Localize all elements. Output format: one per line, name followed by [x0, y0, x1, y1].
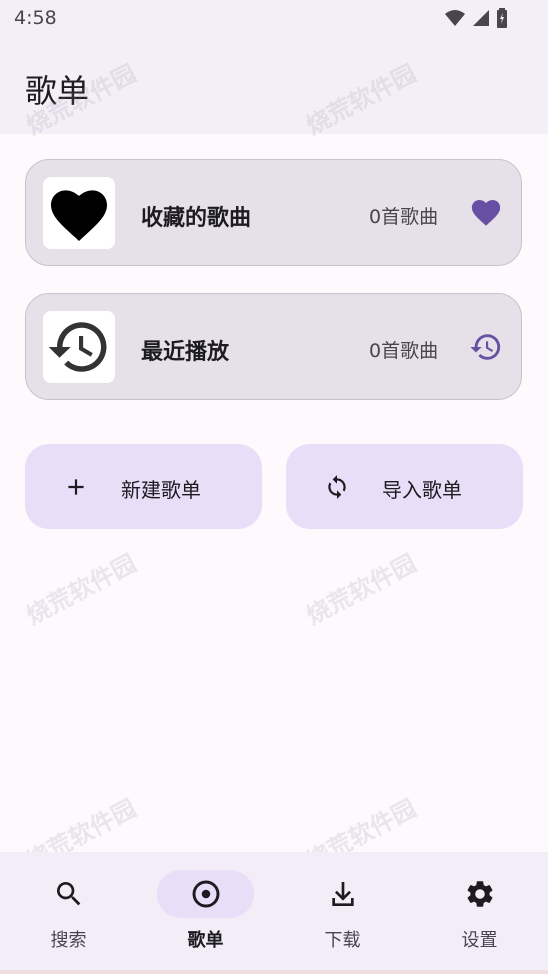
nav-item-search[interactable]: 搜索	[0, 852, 137, 970]
nav-label-search: 搜索	[50, 930, 87, 951]
nav-label-settings: 设置	[461, 930, 498, 951]
bottom-edge	[0, 970, 548, 974]
recent-card[interactable]: 最近播放 0首歌曲	[25, 293, 522, 400]
watermark: 烧荒软件园	[301, 549, 421, 631]
import-playlist-label: 导入歌单	[382, 478, 462, 502]
status-icons	[444, 8, 508, 28]
heart-icon	[51, 190, 107, 241]
favorites-card[interactable]: 收藏的歌曲 0首歌曲	[25, 159, 522, 266]
bottom-navigation: 搜索 歌单 下载 设置	[0, 852, 548, 970]
sync-icon	[328, 475, 346, 499]
recent-title: 最近播放	[141, 340, 230, 365]
wifi-icon	[445, 10, 465, 26]
new-playlist-button[interactable]: 新建歌单	[25, 444, 262, 529]
battery-icon	[497, 8, 507, 28]
nav-label-downloads: 下载	[324, 930, 361, 951]
nav-item-settings[interactable]: 设置	[411, 852, 548, 970]
nav-item-downloads[interactable]: 下载	[274, 852, 411, 970]
gear-icon	[467, 881, 493, 907]
favorites-title: 收藏的歌曲	[141, 206, 252, 231]
import-playlist-button[interactable]: 导入歌单	[286, 444, 523, 529]
signal-icon	[473, 10, 489, 26]
favorites-thumbnail	[43, 177, 115, 249]
plus-icon	[68, 479, 84, 495]
disc-icon	[192, 880, 220, 908]
download-icon	[332, 882, 354, 906]
status-bar: 4:58	[0, 0, 548, 38]
history-icon	[48, 322, 107, 372]
new-playlist-label: 新建歌单	[121, 478, 201, 502]
nav-label-playlists: 歌单	[187, 930, 224, 951]
heart-icon	[471, 199, 501, 226]
favorites-count: 0首歌曲	[369, 206, 439, 228]
watermark: 烧荒软件园	[21, 549, 141, 631]
search-icon	[56, 881, 81, 906]
recent-thumbnail	[43, 311, 115, 383]
status-time: 4:58	[14, 7, 57, 29]
history-icon	[470, 334, 501, 360]
recent-count: 0首歌曲	[369, 340, 439, 362]
nav-item-playlists[interactable]: 歌单	[137, 852, 274, 970]
